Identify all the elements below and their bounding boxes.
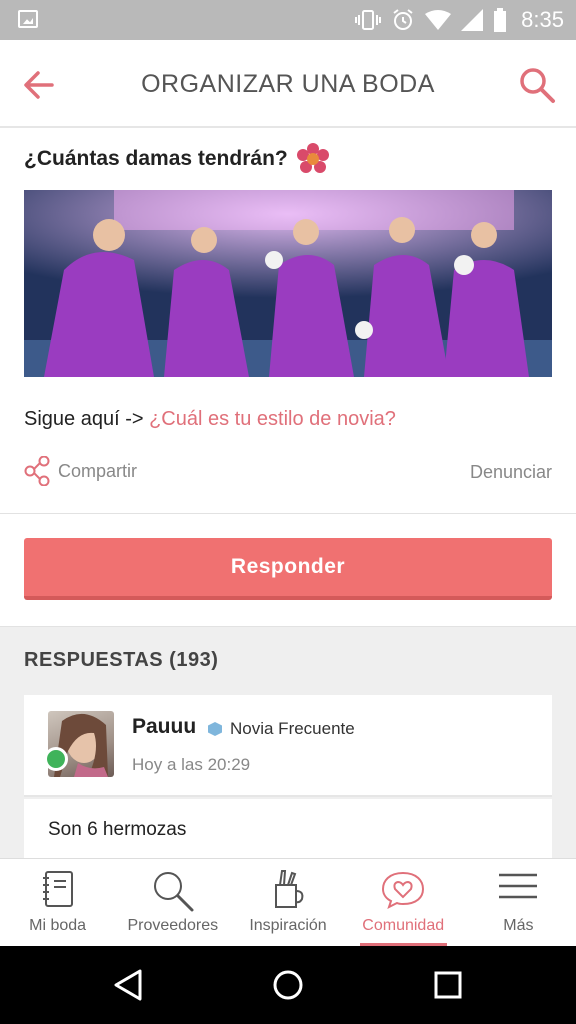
online-status-dot: [44, 747, 68, 771]
image-notification-icon: [18, 10, 38, 28]
pencil-cup-icon: [275, 870, 304, 908]
nav-label: Proveedores: [127, 917, 219, 934]
main-content: ¿Cuántas damas tendrán? Sigue aquí -> ¿C…: [0, 130, 576, 858]
post-title-text: ¿Cuántas damas tendrán?: [24, 147, 288, 170]
bridesmaids-photo: [24, 190, 552, 377]
share-button[interactable]: Compartir: [24, 456, 137, 486]
reply-time: Hoy a las 20:29: [132, 755, 251, 774]
flower-icon: [296, 143, 329, 173]
status-time: 8:35: [521, 7, 564, 32]
nav-label: Comunidad: [362, 917, 445, 934]
home-circle-icon[interactable]: [272, 968, 304, 1002]
nav-label: Más: [503, 917, 534, 934]
vibrate-icon: [355, 10, 382, 30]
reply-body: Son 6 hermozas: [24, 799, 552, 858]
nav-proveedores[interactable]: Proveedores: [115, 859, 230, 946]
system-nav-bar: [0, 946, 576, 1024]
post-text-prefix: Sigue aquí ->: [24, 408, 150, 430]
alarm-icon: [393, 9, 413, 30]
replies-header: RESPUESTAS (193): [24, 649, 219, 671]
wifi-icon: [425, 10, 452, 30]
signal-icon: [461, 9, 484, 31]
notebook-icon: [42, 871, 73, 907]
menu-icon: [499, 873, 538, 899]
nav-mas[interactable]: Más: [461, 859, 576, 946]
badge-hexagon-icon: [208, 722, 222, 736]
nav-inspiracion[interactable]: Inspiración: [230, 859, 345, 946]
recents-square-icon[interactable]: [433, 968, 463, 1002]
reply-author[interactable]: Pauuu: [132, 715, 196, 739]
share-label: Compartir: [58, 460, 138, 481]
nav-mi-boda[interactable]: Mi boda: [0, 859, 115, 946]
style-link[interactable]: ¿Cuál es tu estilo de novia?: [149, 408, 396, 430]
reply-text: Son 6 hermozas: [48, 819, 187, 840]
nav-label: Inspiración: [249, 917, 327, 934]
heart-chat-icon: [382, 871, 425, 909]
nav-label: Mi boda: [29, 917, 87, 934]
battery-icon: [494, 8, 507, 32]
page-title: ORGANIZAR UNA BODA: [141, 70, 435, 98]
back-triangle-icon[interactable]: [112, 968, 144, 1002]
search-icon: [153, 872, 194, 912]
share-icon: [24, 456, 50, 486]
replies-section: RESPUESTAS (193) Pauuu Novia Frecuente H…: [0, 626, 576, 858]
reply-card[interactable]: Pauuu Novia Frecuente Hoy a las 20:29: [24, 695, 552, 797]
bottom-nav: Mi boda Proveedores Inspiración Comunida…: [0, 858, 576, 946]
status-bar: 8:35: [0, 0, 576, 40]
post-title: ¿Cuántas damas tendrán?: [24, 142, 330, 176]
app-bar: ORGANIZAR UNA BODA: [0, 40, 576, 128]
nav-comunidad[interactable]: Comunidad: [346, 859, 461, 946]
respond-button[interactable]: Responder: [24, 538, 552, 600]
post-text: Sigue aquí -> ¿Cuál es tu estilo de novi…: [24, 408, 396, 431]
post-image[interactable]: [24, 190, 552, 377]
report-link[interactable]: Denunciar: [470, 462, 552, 483]
badge-label: Novia Frecuente: [230, 719, 355, 738]
status-icons: 8:35: [355, 6, 564, 34]
user-badge: Novia Frecuente: [208, 719, 355, 739]
divider: [0, 513, 576, 514]
search-icon[interactable]: [518, 66, 556, 104]
